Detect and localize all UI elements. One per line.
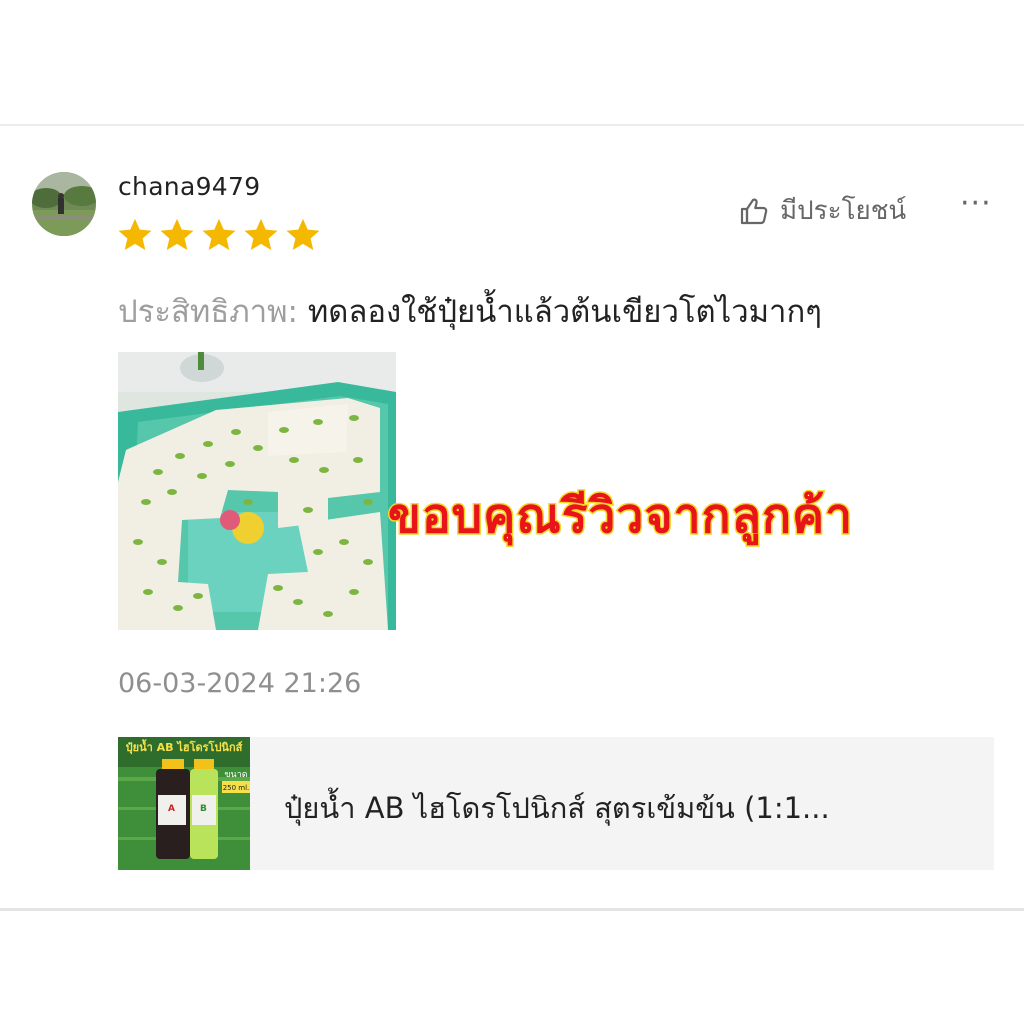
star-icon [202, 218, 236, 251]
top-divider [0, 124, 1024, 126]
thanks-overlay-text: ขอบคุณรีวิวจากลูกค้า [386, 487, 854, 546]
review-photo[interactable] [118, 352, 396, 630]
username[interactable]: chana9479 [118, 172, 260, 201]
avatar[interactable] [32, 172, 96, 236]
helpful-label: มีประโยชน์ [780, 196, 907, 226]
review-timestamp: 06-03-2024 21:26 [118, 668, 362, 699]
svg-text:A: A [168, 804, 175, 814]
review-attribute: ประสิทธิภาพ: ทดลองใช้ปุ๋ยน้ำแล้วต้นเขียว… [118, 286, 822, 336]
svg-text:B: B [200, 804, 207, 814]
attribute-value: ทดลองใช้ปุ๋ยน้ำแล้วต้นเขียวโตไวมากๆ [307, 294, 822, 330]
star-icon [286, 218, 320, 251]
star-icon [118, 218, 152, 251]
thumb-size: 250 ml. [223, 784, 250, 792]
thumb-size-label: ขนาด [224, 770, 247, 780]
thumbs-up-icon [740, 198, 768, 224]
bottom-divider [0, 908, 1024, 911]
star-icon [244, 218, 278, 251]
product-thumbnail: ปุ๋ยน้ำ AB ไฮโดรโปนิกส์ A B ขนาด 250 ml. [118, 737, 250, 870]
more-dots-icon[interactable]: ··· [960, 186, 992, 221]
product-name: ปุ๋ยน้ำ AB ไฮโดรโปนิกส์ สุตรเข้มข้น (1:1… [284, 791, 830, 825]
thumb-title: ปุ๋ยน้ำ AB ไฮโดรโปนิกส์ [126, 739, 243, 755]
helpful-button[interactable]: มีประโยชน์ [738, 190, 906, 231]
attribute-key: ประสิทธิภาพ: [118, 294, 308, 330]
rating-stars [116, 216, 322, 254]
star-icon [160, 218, 194, 251]
product-card[interactable]: ปุ๋ยน้ำ AB ไฮโดรโปนิกส์ A B ขนาด 250 ml.… [118, 737, 994, 870]
